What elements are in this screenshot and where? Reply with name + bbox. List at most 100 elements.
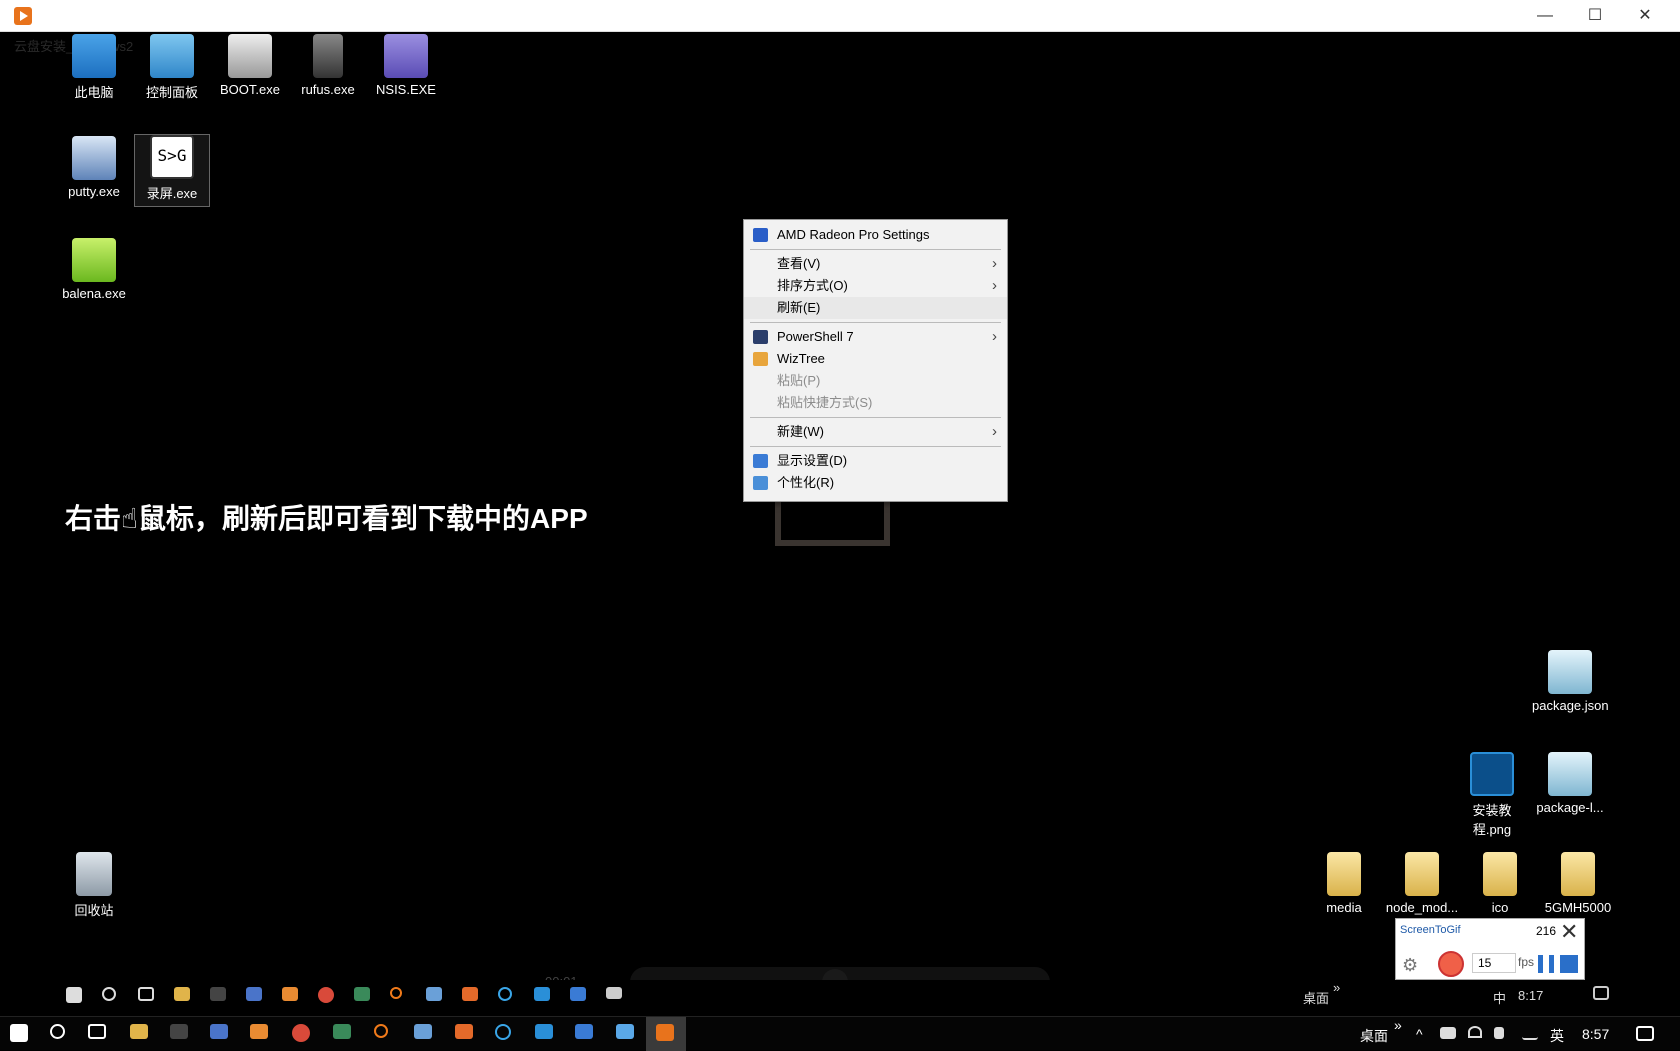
terminal-icon[interactable] bbox=[210, 987, 226, 1001]
desktop-icon-package-json[interactable]: package.json bbox=[1532, 650, 1609, 713]
ime-indicator[interactable]: 英 bbox=[1550, 1026, 1564, 1046]
floppy-disk-icon bbox=[228, 34, 272, 78]
menu-item-sort-by[interactable]: 排序方式(O) › bbox=[744, 275, 1007, 297]
menu-item-paste-shortcut[interactable]: 粘贴快捷方式(S) bbox=[744, 392, 1007, 414]
app-icon[interactable] bbox=[570, 987, 586, 1001]
desktop-icon-screen-recorder[interactable]: S>G 录屏.exe bbox=[134, 134, 210, 207]
show-hidden-icons-button[interactable]: ^ bbox=[1416, 1026, 1423, 1042]
menu-item-view[interactable]: 查看(V) › bbox=[744, 253, 1007, 275]
screentogif-icon: S>G bbox=[150, 135, 194, 179]
search-icon[interactable] bbox=[50, 1024, 65, 1039]
app-icon[interactable] bbox=[535, 1024, 553, 1039]
clock[interactable]: 8:17 bbox=[1518, 988, 1543, 1003]
menu-item-personalize[interactable]: 个性化(R) bbox=[744, 472, 1007, 494]
task-view-icon[interactable] bbox=[88, 1024, 106, 1039]
chrome-icon[interactable] bbox=[292, 1024, 310, 1042]
windows-start-icon[interactable] bbox=[66, 987, 82, 1003]
battery-icon[interactable] bbox=[1440, 1027, 1456, 1039]
desktop-icon-nsis[interactable]: NSIS.EXE bbox=[368, 34, 444, 97]
gear-icon[interactable]: ⚙ bbox=[1402, 955, 1418, 976]
notification-icon[interactable] bbox=[1593, 986, 1609, 1000]
app-icon[interactable] bbox=[534, 987, 550, 1001]
desktop-icon-balena[interactable]: balena.exe bbox=[56, 238, 132, 301]
terminal-icon[interactable] bbox=[170, 1024, 188, 1039]
app-icon[interactable] bbox=[495, 1024, 511, 1040]
desktop-icon-this-pc[interactable]: 此电脑 bbox=[56, 34, 132, 101]
app-icon[interactable] bbox=[282, 987, 298, 1001]
app-icon[interactable] bbox=[498, 987, 512, 1001]
menu-item-powershell[interactable]: PowerShell 7 › bbox=[744, 326, 1007, 348]
fps-unit-label: fps bbox=[1518, 955, 1535, 969]
desktop-icon-install-guide[interactable]: 安装教程.png bbox=[1454, 752, 1530, 838]
windows-start-icon[interactable] bbox=[10, 1024, 28, 1042]
player-app-icon[interactable] bbox=[656, 1024, 674, 1041]
stop-button[interactable] bbox=[1560, 955, 1578, 973]
menu-item-amd-radeon[interactable]: AMD Radeon Pro Settings bbox=[744, 224, 1007, 246]
app-icon[interactable] bbox=[374, 1024, 388, 1038]
file-explorer-icon[interactable] bbox=[130, 1024, 148, 1039]
maximize-button[interactable]: ☐ bbox=[1570, 0, 1620, 32]
menu-separator bbox=[750, 446, 1001, 447]
app-icon[interactable] bbox=[390, 987, 402, 999]
notification-icon[interactable] bbox=[1636, 1026, 1654, 1041]
pen-icon[interactable] bbox=[1522, 1026, 1538, 1040]
app-icon[interactable] bbox=[210, 1024, 228, 1039]
menu-item-display-settings[interactable]: 显示设置(D) bbox=[744, 450, 1007, 472]
desktop-icon-label: putty.exe bbox=[68, 184, 120, 199]
putty-icon[interactable] bbox=[414, 1024, 432, 1039]
notepad-file-icon bbox=[1548, 650, 1592, 694]
recycle-bin-icon bbox=[76, 852, 112, 896]
desktop-icon-label: NSIS.EXE bbox=[376, 82, 436, 97]
folder-icon bbox=[1327, 852, 1361, 896]
clock[interactable]: 8:57 bbox=[1582, 1026, 1609, 1042]
search-icon[interactable] bbox=[102, 987, 116, 1001]
chevron-icon[interactable]: » bbox=[1333, 980, 1340, 995]
desktop-icon-5gmh5000-folder[interactable]: 5GMH5000 bbox=[1540, 852, 1616, 915]
fps-input[interactable]: 15 bbox=[1472, 953, 1516, 973]
putty-icon bbox=[72, 136, 116, 180]
app-icon[interactable] bbox=[606, 987, 622, 999]
menu-item-wiztree[interactable]: WizTree bbox=[744, 348, 1007, 370]
task-view-icon[interactable] bbox=[138, 987, 154, 1001]
app-icon[interactable] bbox=[354, 987, 370, 1001]
minimize-button[interactable]: — bbox=[1520, 0, 1570, 32]
app-icon[interactable] bbox=[250, 1024, 268, 1039]
desktop-icon-boot[interactable]: BOOT.exe bbox=[212, 34, 288, 97]
app-icon[interactable] bbox=[575, 1024, 593, 1039]
close-button[interactable]: ✕ bbox=[1620, 0, 1670, 32]
desktop-icon-putty[interactable]: putty.exe bbox=[56, 136, 132, 199]
desktop-icon-control-panel[interactable]: 控制面板 bbox=[134, 34, 210, 101]
putty-icon[interactable] bbox=[426, 987, 442, 1001]
desktop-icon-rufus[interactable]: rufus.exe bbox=[290, 34, 366, 97]
usb-drive-icon bbox=[313, 34, 343, 78]
file-explorer-icon[interactable] bbox=[174, 987, 190, 1001]
desktop-toolbar-label[interactable]: 桌面 bbox=[1303, 988, 1329, 1007]
desktop-icon-node-modules-folder[interactable]: node_mod... bbox=[1384, 852, 1460, 915]
menu-item-new[interactable]: 新建(W) › bbox=[744, 421, 1007, 443]
app-icon[interactable] bbox=[246, 987, 262, 1001]
chevron-icon[interactable]: » bbox=[1394, 1017, 1402, 1033]
menu-item-refresh[interactable]: 刷新(E) bbox=[744, 297, 1007, 319]
desktop-icon-label: BOOT.exe bbox=[220, 82, 280, 97]
app-icon[interactable] bbox=[462, 987, 478, 1001]
desktop-icon-ico-folder[interactable]: ico bbox=[1462, 852, 1538, 915]
menu-item-label: 个性化(R) bbox=[777, 475, 835, 490]
volume-icon[interactable] bbox=[1494, 1027, 1504, 1039]
desktop-icon-package-lock[interactable]: package-l... bbox=[1532, 752, 1608, 815]
ime-indicator[interactable]: 中 bbox=[1493, 988, 1506, 1007]
screentogif-close-button[interactable]: ✕ bbox=[1560, 919, 1578, 945]
desktop-icon-media-folder[interactable]: media bbox=[1306, 852, 1382, 915]
app-icon[interactable] bbox=[333, 1024, 351, 1039]
wifi-icon[interactable] bbox=[1468, 1026, 1482, 1038]
desktop-icon-recycle-bin[interactable]: 回收站 bbox=[56, 852, 132, 919]
chevron-right-icon: › bbox=[992, 255, 997, 272]
record-button[interactable] bbox=[1438, 951, 1464, 977]
app-icon[interactable] bbox=[455, 1024, 473, 1039]
menu-item-label: 新建(W) bbox=[777, 424, 824, 439]
menu-item-paste[interactable]: 粘贴(P) bbox=[744, 370, 1007, 392]
pause-button[interactable] bbox=[1538, 955, 1554, 973]
desktop-toolbar-label[interactable]: 桌面 bbox=[1360, 1026, 1388, 1046]
chrome-icon[interactable] bbox=[318, 987, 334, 1003]
folder-icon bbox=[1483, 852, 1517, 896]
app-icon[interactable] bbox=[616, 1024, 634, 1039]
